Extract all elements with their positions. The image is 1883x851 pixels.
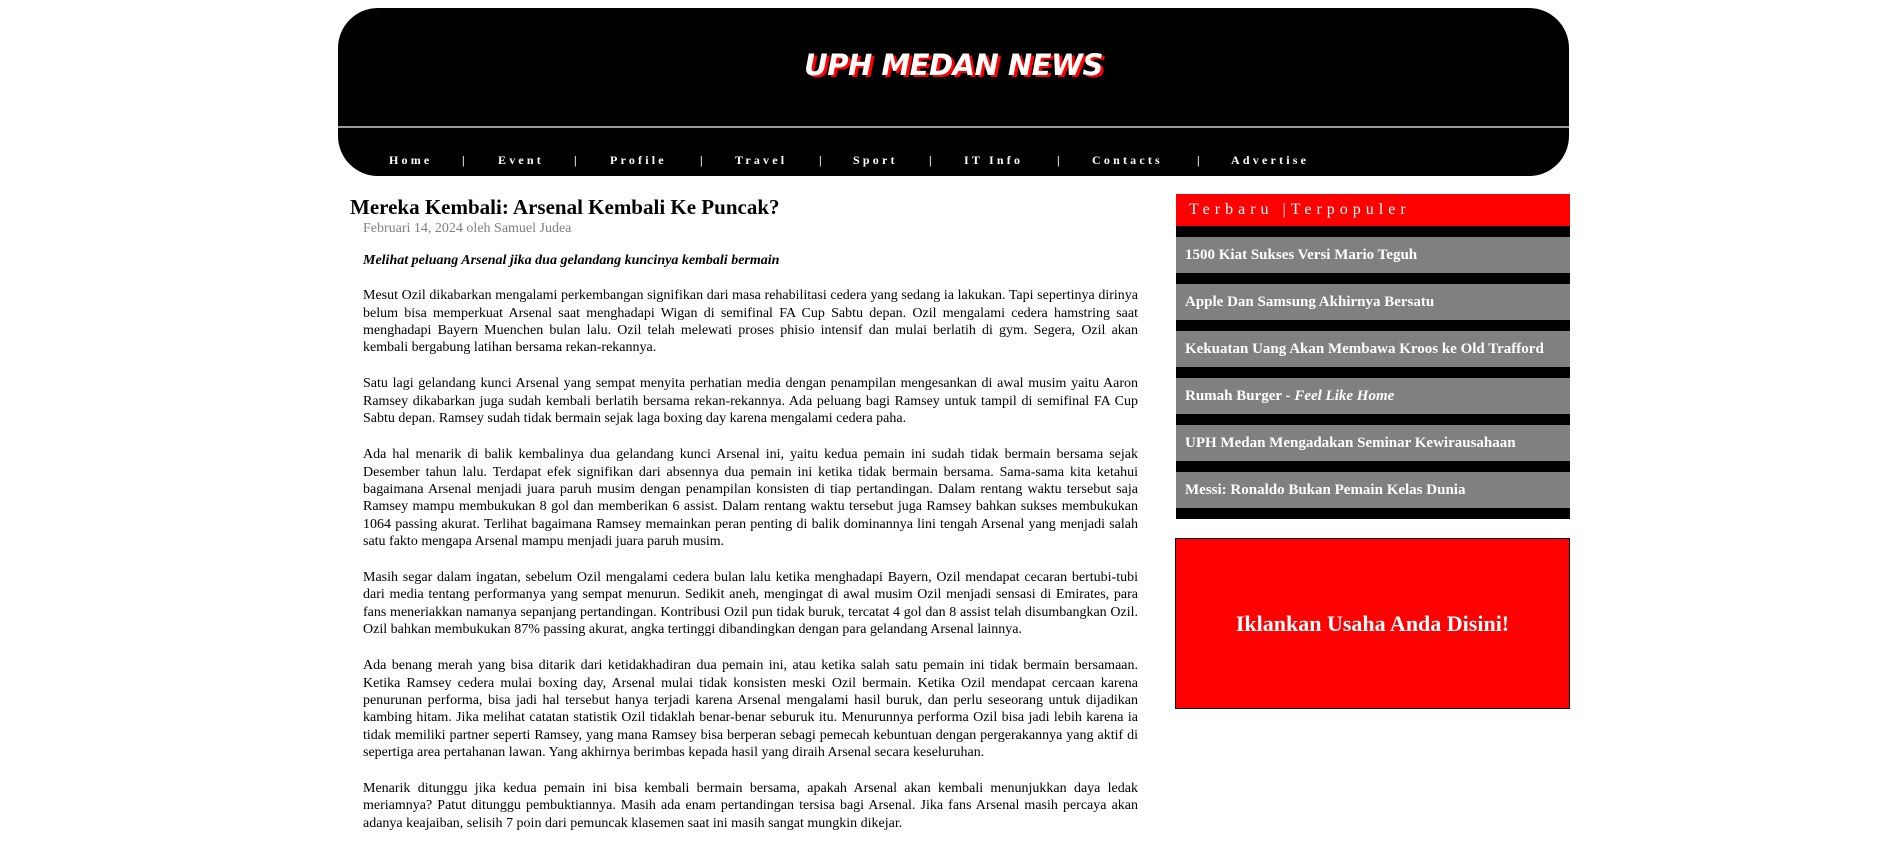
nav-home[interactable]: Home <box>389 153 432 168</box>
nav-separator: | <box>819 153 822 167</box>
nav-separator: | <box>1197 153 1200 167</box>
news-item-title: Kekuatan Uang Akan Membawa Kroos ke Old … <box>1185 341 1544 357</box>
news-item-title: Messi: Ronaldo Bukan Pemain Kelas Dunia <box>1185 482 1466 498</box>
news-item[interactable]: Rumah Burger - Feel Like Home <box>1176 378 1570 414</box>
article-paragraph: Menarik ditunggu jika kedua pemain ini b… <box>363 781 1138 831</box>
nav-advertise[interactable]: Advertise <box>1231 153 1309 168</box>
article-body: Melihat peluang Arsenal jika dua gelanda… <box>363 252 1138 832</box>
nav-contacts[interactable]: Contacts <box>1092 153 1163 168</box>
advertise-banner[interactable]: Iklankan Usaha Anda Disini! <box>1175 538 1570 709</box>
news-item-title: UPH Medan Mengadakan Seminar Kewirausaha… <box>1185 435 1516 451</box>
nav-separator: | <box>574 153 577 167</box>
news-item[interactable]: Apple Dan Samsung Akhirnya Bersatu <box>1176 284 1570 320</box>
tab-latest[interactable]: Terbaru <box>1189 201 1274 218</box>
article-lead: Melihat peluang Arsenal jika dua gelanda… <box>363 253 780 268</box>
article-paragraph: Ada hal menarik di balik kembalinya dua … <box>363 447 1138 549</box>
news-item-title: Apple Dan Samsung Akhirnya Bersatu <box>1185 294 1435 310</box>
news-item[interactable]: Messi: Ronaldo Bukan Pemain Kelas Dunia <box>1176 472 1570 508</box>
nav-separator: | <box>1057 153 1060 167</box>
article-paragraph: Ada benang merah yang bisa ditarik dari … <box>363 658 1138 760</box>
sidebar: Terbaru |Terpopuler 1500 Kiat Sukses Ver… <box>1176 194 1570 519</box>
news-item-suffix: Feel Like Home <box>1294 388 1395 404</box>
nav-separator: | <box>700 153 703 167</box>
nav-event[interactable]: Event <box>498 153 544 168</box>
nav-it-info[interactable]: IT Info <box>964 153 1023 168</box>
article-title: Mereka Kembali: Arsenal Kembali Ke Punca… <box>350 195 780 219</box>
site-header: UPH MEDAN NEWS Home | Event | Profile | … <box>338 8 1569 176</box>
news-item[interactable]: Kekuatan Uang Akan Membawa Kroos ke Old … <box>1176 331 1570 367</box>
article-paragraph: Satu lagi gelandang kunci Arsenal yang s… <box>363 376 1138 427</box>
news-item-title: Rumah Burger - <box>1185 388 1295 404</box>
header-divider <box>338 126 1569 128</box>
article: Mereka Kembali: Arsenal Kembali Ke Punca… <box>350 194 1138 851</box>
article-paragraph: Mesut Ozil dikabarkan mengalami perkemba… <box>363 288 1138 356</box>
sidebar-tabs: Terbaru |Terpopuler <box>1176 194 1570 226</box>
tab-separator: | <box>1282 201 1291 218</box>
article-byline: Februari 14, 2024 oleh Samuel Judea <box>363 221 572 236</box>
news-item-title: 1500 Kiat Sukses Versi Mario Teguh <box>1185 247 1418 263</box>
site-title[interactable]: UPH MEDAN NEWS <box>338 48 1569 82</box>
nav-separator: | <box>462 153 465 167</box>
nav-separator: | <box>929 153 932 167</box>
nav-travel[interactable]: Travel <box>735 153 787 168</box>
news-list: 1500 Kiat Sukses Versi Mario Teguh Apple… <box>1176 226 1570 519</box>
nav-sport[interactable]: Sport <box>853 153 898 168</box>
news-item[interactable]: UPH Medan Mengadakan Seminar Kewirausaha… <box>1176 425 1570 461</box>
nav-profile[interactable]: Profile <box>610 153 667 168</box>
tab-popular[interactable]: Terpopuler <box>1291 201 1411 218</box>
article-paragraph: Masih segar dalam ingatan, sebelum Ozil … <box>363 570 1138 638</box>
main-nav: Home | Event | Profile | Travel | Sport … <box>338 153 1569 173</box>
news-item[interactable]: 1500 Kiat Sukses Versi Mario Teguh <box>1176 237 1570 273</box>
